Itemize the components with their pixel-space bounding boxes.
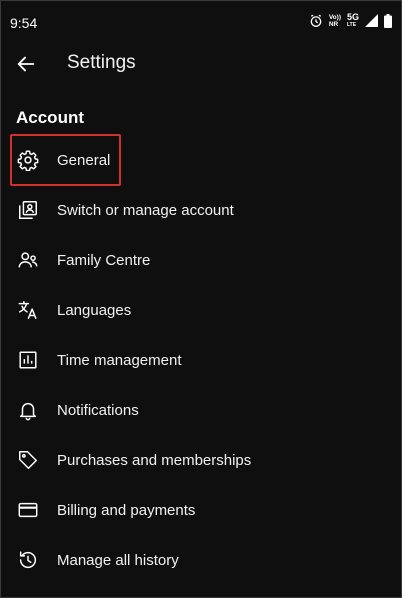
menu-item-notifications[interactable]: Notifications: [0, 385, 402, 435]
section-header-account: Account: [16, 108, 84, 127]
menu-item-label: Manage all history: [57, 551, 179, 569]
page-title: Settings: [67, 52, 136, 73]
bar-chart-icon: [16, 348, 40, 372]
family-icon: [16, 248, 40, 272]
menu-item-label: Billing and payments: [57, 501, 196, 519]
network-sub-label: LTE: [346, 22, 357, 28]
translate-icon: [16, 298, 40, 322]
history-icon: [16, 548, 40, 572]
menu-item-label: Family Centre: [57, 251, 151, 269]
menu-item-history[interactable]: Manage all history: [0, 535, 402, 585]
menu-item-languages[interactable]: Languages: [0, 285, 402, 335]
app-bar: Settings: [0, 44, 402, 84]
status-bar: 9:54 Vo)) NR 5G LTE: [0, 0, 402, 44]
nr-label: NR: [328, 20, 339, 28]
menu-item-label: Switch or manage account: [57, 201, 234, 219]
menu-item-label: Languages: [57, 301, 132, 319]
arrow-back-icon: [15, 53, 37, 75]
menu-item-label: Time management: [57, 351, 182, 369]
menu-item-label: Purchases and memberships: [57, 451, 252, 469]
menu-item-purchases[interactable]: Purchases and memberships: [0, 435, 402, 485]
alarm-icon: [309, 14, 323, 28]
status-time: 9:54: [10, 15, 38, 31]
volte-label: Vo)): [328, 13, 341, 21]
tag-icon: [16, 448, 40, 472]
credit-card-icon: [16, 498, 40, 522]
network-label: 5G: [346, 12, 359, 22]
bell-icon: [16, 398, 40, 422]
switch-account-icon: [16, 198, 40, 222]
status-icons: Vo)) NR 5G LTE: [309, 13, 392, 28]
menu-item-family-centre[interactable]: Family Centre: [0, 235, 402, 285]
menu-item-label: Notifications: [57, 401, 139, 419]
menu-item-billing[interactable]: Billing and payments: [0, 485, 402, 535]
volte-indicator: Vo)) NR: [329, 14, 341, 28]
settings-menu: General Switch or manage account Family …: [0, 135, 402, 585]
back-button[interactable]: [10, 48, 42, 80]
highlight-box: [10, 134, 121, 186]
signal-icon: [365, 14, 378, 27]
menu-item-switch-account[interactable]: Switch or manage account: [0, 185, 402, 235]
network-type: 5G LTE: [346, 12, 359, 29]
menu-item-time-management[interactable]: Time management: [0, 335, 402, 385]
battery-icon: [384, 13, 392, 28]
